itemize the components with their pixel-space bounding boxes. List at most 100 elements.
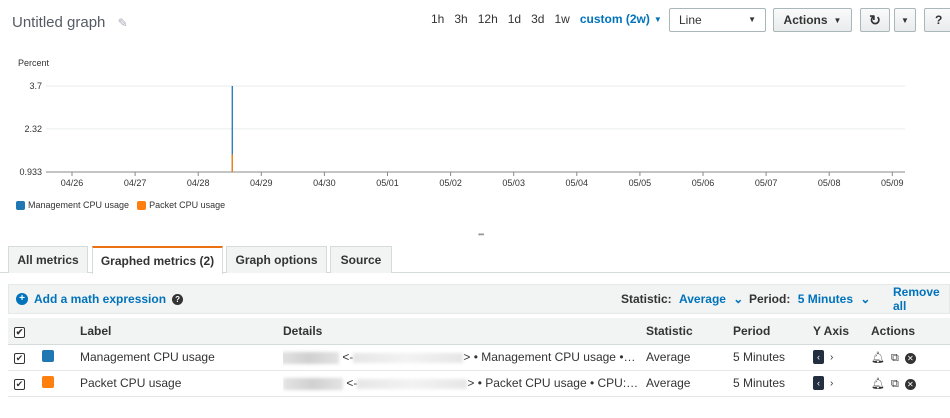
x-tick-label: 05/08 bbox=[818, 178, 841, 188]
legend-label: Management CPU usage bbox=[28, 200, 130, 210]
statistic-label: Statistic: bbox=[621, 292, 672, 306]
y-tick-label: 3.7 bbox=[29, 81, 42, 91]
time-range-custom[interactable]: custom (2w) bbox=[580, 12, 650, 26]
metric-period[interactable]: 5 Minutes bbox=[733, 370, 813, 397]
chevron-down-icon: ▼ bbox=[748, 15, 756, 24]
row-checkbox[interactable]: ✔ bbox=[14, 379, 25, 390]
time-range-bar: 1h 3h 12h 1d 3d 1w custom (2w) ▼ bbox=[431, 12, 672, 26]
details-prefix: <- bbox=[346, 376, 358, 390]
metric-period[interactable]: 5 Minutes bbox=[733, 344, 813, 371]
table-header-row: ✔ Label Details Statistic Period Y Axis … bbox=[8, 318, 950, 345]
table-row: ✔ Management CPU usage <- > • Management … bbox=[8, 344, 950, 371]
actions-button-label: Actions bbox=[783, 13, 828, 27]
period-header: Period bbox=[733, 318, 813, 345]
edit-pencil-icon[interactable]: ✎ bbox=[118, 16, 128, 30]
x-tick-label: 04/27 bbox=[124, 178, 147, 188]
details-text: > • Packet CPU usage • CPU:… bbox=[467, 376, 639, 390]
left-axis-button[interactable]: ‹ bbox=[813, 376, 824, 391]
x-tick-label: 05/03 bbox=[502, 178, 525, 188]
x-tick-label: 04/29 bbox=[250, 178, 273, 188]
plus-circle-icon: + bbox=[16, 293, 28, 305]
legend-swatch bbox=[137, 200, 147, 210]
bell-icon[interactable]: 🔔︎ bbox=[871, 378, 885, 390]
actions-header: Actions bbox=[871, 318, 950, 345]
redacted-block bbox=[283, 377, 343, 390]
left-axis-button[interactable]: ‹ bbox=[813, 350, 824, 365]
graphed-metrics-table: ✔ Label Details Statistic Period Y Axis … bbox=[8, 318, 950, 397]
time-range-1d[interactable]: 1d bbox=[508, 12, 521, 26]
time-range-12h[interactable]: 12h bbox=[478, 12, 498, 26]
select-all-cell: ✔ bbox=[8, 318, 42, 345]
metric-details: <- > • Management CPU usage •… bbox=[283, 344, 646, 371]
refresh-button[interactable]: ↻ bbox=[860, 8, 890, 32]
y-axis-label: Percent bbox=[18, 58, 50, 68]
remove-all-button[interactable]: Remove all bbox=[893, 285, 949, 313]
period-selector[interactable]: Period: 5 Minutes ⌄ bbox=[749, 292, 870, 306]
x-tick-label: 04/28 bbox=[187, 178, 210, 188]
chevron-down-icon: ⌄ bbox=[733, 292, 744, 306]
actions-cell: 🔔︎ ⧉ ✕ bbox=[871, 370, 950, 397]
duplicate-icon[interactable]: ⧉ bbox=[891, 378, 899, 390]
metric-details: <- > • Packet CPU usage • CPU:… bbox=[283, 370, 646, 397]
x-tick-label: 04/26 bbox=[61, 178, 84, 188]
help-icon: ? bbox=[935, 13, 943, 27]
metric-statistic[interactable]: Average bbox=[646, 370, 733, 397]
actions-cell: 🔔︎ ⧉ ✕ bbox=[871, 344, 950, 371]
statistic-value: Average bbox=[679, 292, 726, 306]
refresh-options-button[interactable]: ▼ bbox=[894, 8, 916, 32]
row-checkbox[interactable]: ✔ bbox=[14, 353, 25, 364]
legend-item[interactable]: Management CPU usage bbox=[16, 200, 129, 210]
details-text: > • Management CPU usage •… bbox=[463, 350, 636, 364]
duplicate-icon[interactable]: ⧉ bbox=[891, 352, 899, 364]
y-axis-header: Y Axis bbox=[813, 318, 871, 345]
time-range-3d[interactable]: 3d bbox=[531, 12, 544, 26]
help-button[interactable]: ? bbox=[924, 8, 950, 32]
time-range-3h[interactable]: 3h bbox=[454, 12, 467, 26]
legend-item[interactable]: Packet CPU usage bbox=[137, 200, 225, 210]
tab-graphed-metrics[interactable]: Graphed metrics (2) bbox=[92, 246, 223, 274]
label-header[interactable]: Label bbox=[80, 318, 283, 345]
x-tick-label: 05/02 bbox=[439, 178, 462, 188]
metric-label[interactable]: Management CPU usage bbox=[80, 344, 283, 371]
right-axis-button[interactable]: › bbox=[830, 378, 833, 389]
statistic-selector[interactable]: Statistic: Average ⌄ bbox=[621, 292, 743, 306]
math-expression-bar: + Add a math expression ? Statistic: Ave… bbox=[8, 284, 950, 314]
chevron-down-icon[interactable]: ▼ bbox=[654, 15, 662, 24]
x-tick-label: 05/09 bbox=[881, 178, 904, 188]
chart-type-value: Line bbox=[679, 13, 702, 27]
add-math-expression-label: Add a math expression bbox=[34, 292, 167, 306]
table-row: ✔ Packet CPU usage <- > • Packet CPU usag… bbox=[8, 370, 950, 397]
tab-bar: All metrics Graphed metrics (2) Graph op… bbox=[0, 246, 950, 274]
time-range-1h[interactable]: 1h bbox=[431, 12, 444, 26]
x-tick-label: 04/30 bbox=[313, 178, 336, 188]
time-range-1w[interactable]: 1w bbox=[554, 12, 569, 26]
tab-graph-options[interactable]: Graph options bbox=[226, 246, 327, 273]
bell-icon[interactable]: 🔔︎ bbox=[871, 352, 885, 364]
help-icon[interactable]: ? bbox=[172, 293, 184, 305]
metric-statistic[interactable]: Average bbox=[646, 344, 733, 371]
y-axis-cell: ‹ › bbox=[813, 370, 871, 397]
y-tick-label: 0.933 bbox=[19, 167, 42, 177]
close-icon[interactable]: ✕ bbox=[904, 352, 916, 364]
chevron-down-icon: ▼ bbox=[901, 15, 909, 25]
chart-type-select[interactable]: Line ▼ bbox=[669, 8, 766, 32]
details-prefix: <- bbox=[342, 350, 354, 364]
series-color-swatch[interactable] bbox=[42, 375, 54, 388]
statistic-header: Statistic bbox=[646, 318, 733, 345]
color-header bbox=[42, 318, 80, 345]
metric-label[interactable]: Packet CPU usage bbox=[80, 370, 283, 397]
select-all-checkbox[interactable]: ✔ bbox=[14, 326, 25, 338]
tab-source[interactable]: Source bbox=[330, 246, 392, 273]
x-tick-label: 05/06 bbox=[692, 178, 715, 188]
resize-handle[interactable]: ••• bbox=[478, 230, 484, 239]
right-axis-button[interactable]: › bbox=[830, 352, 833, 363]
series-color-swatch[interactable] bbox=[42, 349, 54, 362]
y-tick-label: 2.32 bbox=[24, 124, 42, 134]
close-icon[interactable]: ✕ bbox=[904, 378, 916, 390]
x-tick-label: 05/05 bbox=[629, 178, 652, 188]
add-math-expression-button[interactable]: + Add a math expression ? bbox=[16, 292, 184, 306]
tab-all-metrics[interactable]: All metrics bbox=[8, 246, 88, 273]
refresh-icon: ↻ bbox=[869, 11, 881, 28]
line-chart: 3.7 2.32 0.933 04/26 04/27 04/28 04/29 04/30 05/… bbox=[19, 81, 905, 188]
actions-button[interactable]: Actions ▼ bbox=[773, 8, 852, 32]
